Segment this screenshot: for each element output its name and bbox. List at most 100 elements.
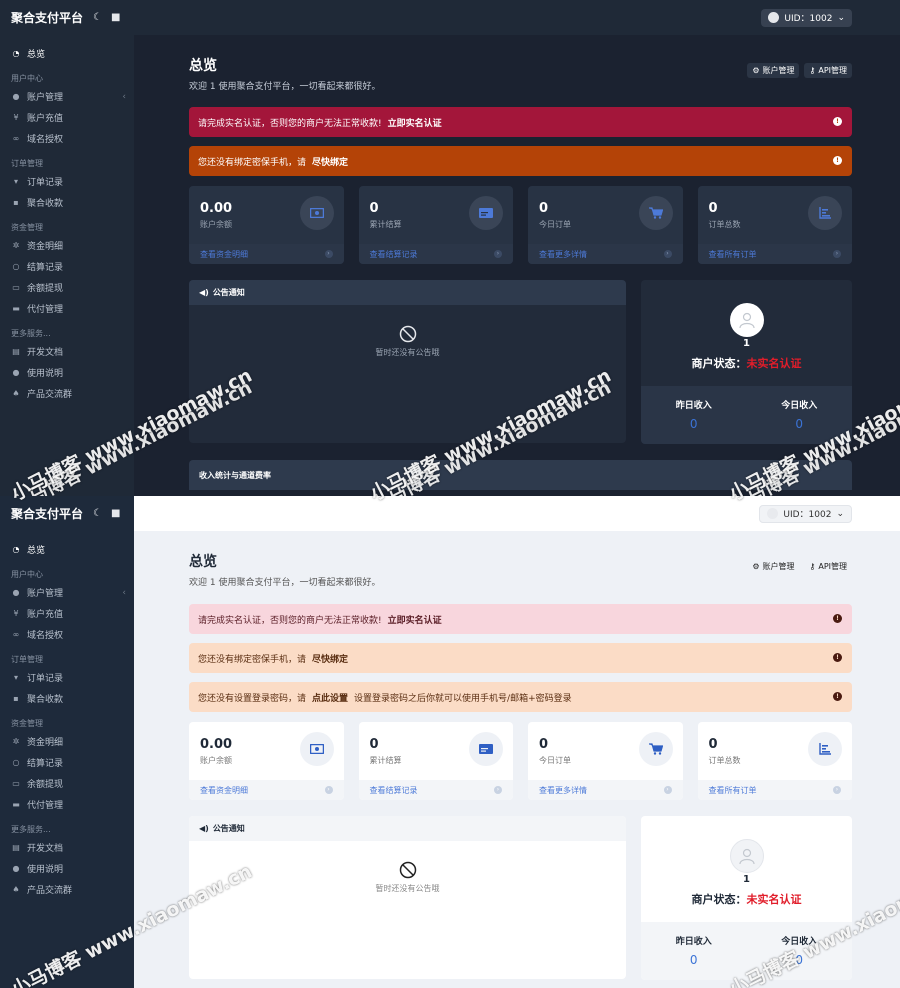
bind-phone-link[interactable]: 尽快绑定 bbox=[312, 652, 348, 665]
light-theme-screenshot: 聚合支付平台 ☾ ■ ◔ 总览 用户中心 ● 账户管理 ‹ ¥ 账户充值 ∞ 域名授权 订… bbox=[0, 496, 900, 988]
status-badge: 未实名认证 bbox=[746, 893, 802, 906]
sidebar-item-account[interactable]: ● 账户管理 ‹ bbox=[0, 86, 134, 107]
sidebar-section-more: 更多服务... bbox=[11, 825, 51, 834]
ban-icon bbox=[399, 861, 416, 879]
account-manage-button[interactable]: ⚙ 账户管理 bbox=[747, 63, 800, 78]
info-icon: ! bbox=[833, 156, 842, 165]
avatar-icon bbox=[767, 508, 779, 519]
sidebar-item-withdraw[interactable]: ▭ 余额提现 bbox=[0, 773, 134, 794]
money-bill-icon bbox=[299, 196, 334, 230]
stat-cards: 0.00 账户余额 查看资金明细 › 0 累计结算 查看结算记录 › 0 今日订单 … bbox=[189, 186, 852, 264]
id-card-icon bbox=[469, 196, 503, 230]
realname-link[interactable]: 立即实名认证 bbox=[388, 613, 442, 626]
stat-card-settled: 0 累计结算 查看结算记录 › bbox=[358, 722, 513, 800]
money-icon: ▭ bbox=[12, 283, 20, 292]
sidebar-item-overview[interactable]: ◔ 总览 bbox=[0, 43, 134, 64]
notice-empty: 暂时还没有公告哦 bbox=[189, 325, 626, 358]
doc-icon: ▤ bbox=[12, 347, 20, 356]
id-card-icon bbox=[469, 732, 503, 766]
sidebar-item-recharge[interactable]: ¥ 账户充值 bbox=[0, 603, 134, 624]
chart-bar-icon bbox=[808, 732, 842, 766]
brand: 聚合支付平台 ☾ ■ bbox=[0, 0, 134, 35]
arrow-right-icon: › bbox=[494, 250, 502, 258]
stat-link-fund-detail[interactable]: 查看资金明细 › bbox=[189, 780, 344, 800]
stat-link-settle[interactable]: 查看结算记录 › bbox=[358, 780, 513, 800]
yen-icon: ¥ bbox=[13, 609, 19, 618]
sidebar-item-group[interactable]: ♠ 产品交流群 bbox=[0, 383, 134, 404]
chart-bar-icon bbox=[808, 196, 842, 230]
cart-icon bbox=[638, 732, 673, 766]
moon-icon[interactable]: ☾ bbox=[93, 508, 102, 519]
merchant-status: 商户状态：未实名认证 bbox=[691, 893, 802, 906]
phone-alert: 您还没有绑定密保手机，请 尽快绑定 ! bbox=[189, 643, 852, 673]
merchant-card: 1 商户状态：未实名认证 昨日收入 0 今日收入 0 bbox=[641, 816, 852, 980]
sidebar-item-withdraw[interactable]: ▭ 余额提现 bbox=[0, 277, 134, 298]
sidebar-section-order: 订单管理 bbox=[11, 159, 43, 168]
shirt-icon[interactable]: ■ bbox=[111, 508, 120, 519]
sidebar-nav: ◔ 总览 用户中心 ● 账户管理 ‹ ¥ 账户充值 ∞ 域名授权 订单管理 ▾ 订单记录 ▪… bbox=[0, 35, 134, 404]
stat-link-settle[interactable]: 查看结算记录 › bbox=[358, 244, 513, 264]
stat-link-fund-detail[interactable]: 查看资金明细 › bbox=[189, 244, 344, 264]
arrow-right-icon: › bbox=[324, 250, 333, 258]
user-icon bbox=[739, 312, 755, 329]
sidebar-item-settle[interactable]: ○ 结算记录 bbox=[0, 752, 134, 773]
yesterday-income: 昨日收入 0 bbox=[675, 401, 712, 431]
sidebar-item-guide[interactable]: ● 使用说明 bbox=[0, 362, 134, 383]
sidebar-item-group[interactable]: ♠ 产品交流群 bbox=[0, 879, 134, 900]
cart-icon: ▾ bbox=[13, 673, 18, 682]
gauge-icon: ◔ bbox=[12, 49, 20, 58]
sidebar-item-collect[interactable]: ▪ 聚合收款 bbox=[0, 192, 134, 213]
api-manage-button[interactable]: ⚷ API管理 bbox=[804, 559, 852, 574]
chevron-down-icon: ⌄ bbox=[836, 508, 844, 519]
topbar: UID：1002 ⌄ bbox=[134, 496, 900, 531]
stat-link-all-orders[interactable]: 查看所有订单 › bbox=[697, 244, 852, 264]
merchant-id: 1 bbox=[743, 874, 750, 885]
topbar: UID：1002 ⌄ bbox=[134, 0, 900, 35]
realname-alert: 请完成实名认证，否则您的商户无法正常收款! 立即实名认证 ! bbox=[189, 604, 852, 634]
user-icon: ● bbox=[12, 92, 20, 101]
yen-icon: ¥ bbox=[13, 113, 19, 122]
sidebar-item-orders[interactable]: ▾ 订单记录 bbox=[0, 171, 134, 192]
sidebar-item-docs[interactable]: ▤ 开发文档 bbox=[0, 341, 134, 362]
bind-phone-link[interactable]: 尽快绑定 bbox=[312, 155, 348, 168]
stat-link-all-orders[interactable]: 查看所有订单 › bbox=[697, 780, 852, 800]
grid-icon: ▪ bbox=[13, 198, 19, 207]
stat-cards: 0.00 账户余额 查看资金明细 › 0 累计结算 查看结算记录 › 0 今日订单 … bbox=[189, 722, 852, 800]
sidebar-item-proxy-pay[interactable]: ▬ 代付管理 bbox=[0, 298, 134, 319]
sidebar: 聚合支付平台 ☾ ■ ◔ 总览 用户中心 ● 账户管理 ‹ ¥ 账户充值 ∞ 域名授权 订… bbox=[0, 496, 134, 988]
realname-link[interactable]: 立即实名认证 bbox=[388, 116, 442, 129]
avatar-icon bbox=[768, 12, 780, 23]
brand: 聚合支付平台 ☾ ■ bbox=[0, 496, 134, 531]
notice-panel: ◀) 公告通知 暂时还没有公告哦 bbox=[189, 816, 626, 979]
sidebar-item-overview[interactable]: ◔ 总览 bbox=[0, 539, 134, 560]
user-menu[interactable]: UID：1002 ⌄ bbox=[761, 8, 852, 27]
shirt-icon[interactable]: ■ bbox=[111, 12, 120, 23]
doc-icon: ▤ bbox=[12, 843, 20, 852]
sidebar-item-collect[interactable]: ▪ 聚合收款 bbox=[0, 688, 134, 709]
stat-card-today-orders: 0 今日订单 查看更多详情 › bbox=[528, 186, 683, 264]
key-icon: ⚷ bbox=[809, 66, 816, 75]
api-manage-button[interactable]: ⚷ API管理 bbox=[804, 63, 852, 78]
user-menu[interactable]: UID：1002 ⌄ bbox=[759, 504, 852, 523]
sidebar-item-account[interactable]: ● 账户管理 ‹ bbox=[0, 582, 134, 603]
sidebar-item-docs[interactable]: ▤ 开发文档 bbox=[0, 837, 134, 858]
sidebar-item-recharge[interactable]: ¥ 账户充值 bbox=[0, 107, 134, 128]
account-manage-button[interactable]: ⚙ 账户管理 bbox=[747, 559, 799, 574]
arrow-right-icon: › bbox=[833, 250, 841, 258]
sidebar-item-settle[interactable]: ○ 结算记录 bbox=[0, 256, 134, 277]
cart-icon: ▾ bbox=[13, 177, 18, 186]
stat-link-more[interactable]: 查看更多详情 › bbox=[528, 780, 683, 800]
sidebar-item-guide[interactable]: ● 使用说明 bbox=[0, 858, 134, 879]
main-content: 总览 欢迎 1 使用聚合支付平台，一切看起来都很好。 ⚙ 账户管理 ⚷ API管理 … bbox=[134, 531, 900, 988]
set-password-link[interactable]: 点此设置 bbox=[312, 691, 348, 704]
stat-link-more[interactable]: 查看更多详情 › bbox=[528, 244, 683, 264]
sidebar-item-domain[interactable]: ∞ 域名授权 bbox=[0, 624, 134, 645]
search-icon: ○ bbox=[12, 262, 20, 271]
card-icon: ▬ bbox=[12, 304, 20, 313]
sidebar-item-orders[interactable]: ▾ 订单记录 bbox=[0, 667, 134, 688]
moon-icon[interactable]: ☾ bbox=[93, 12, 102, 23]
sidebar-item-fund-detail[interactable]: ✲ 资金明细 bbox=[0, 235, 134, 256]
sidebar-item-proxy-pay[interactable]: ▬ 代付管理 bbox=[0, 794, 134, 815]
sidebar-item-fund-detail[interactable]: ✲ 资金明细 bbox=[0, 731, 134, 752]
sidebar-item-domain[interactable]: ∞ 域名授权 bbox=[0, 128, 134, 149]
